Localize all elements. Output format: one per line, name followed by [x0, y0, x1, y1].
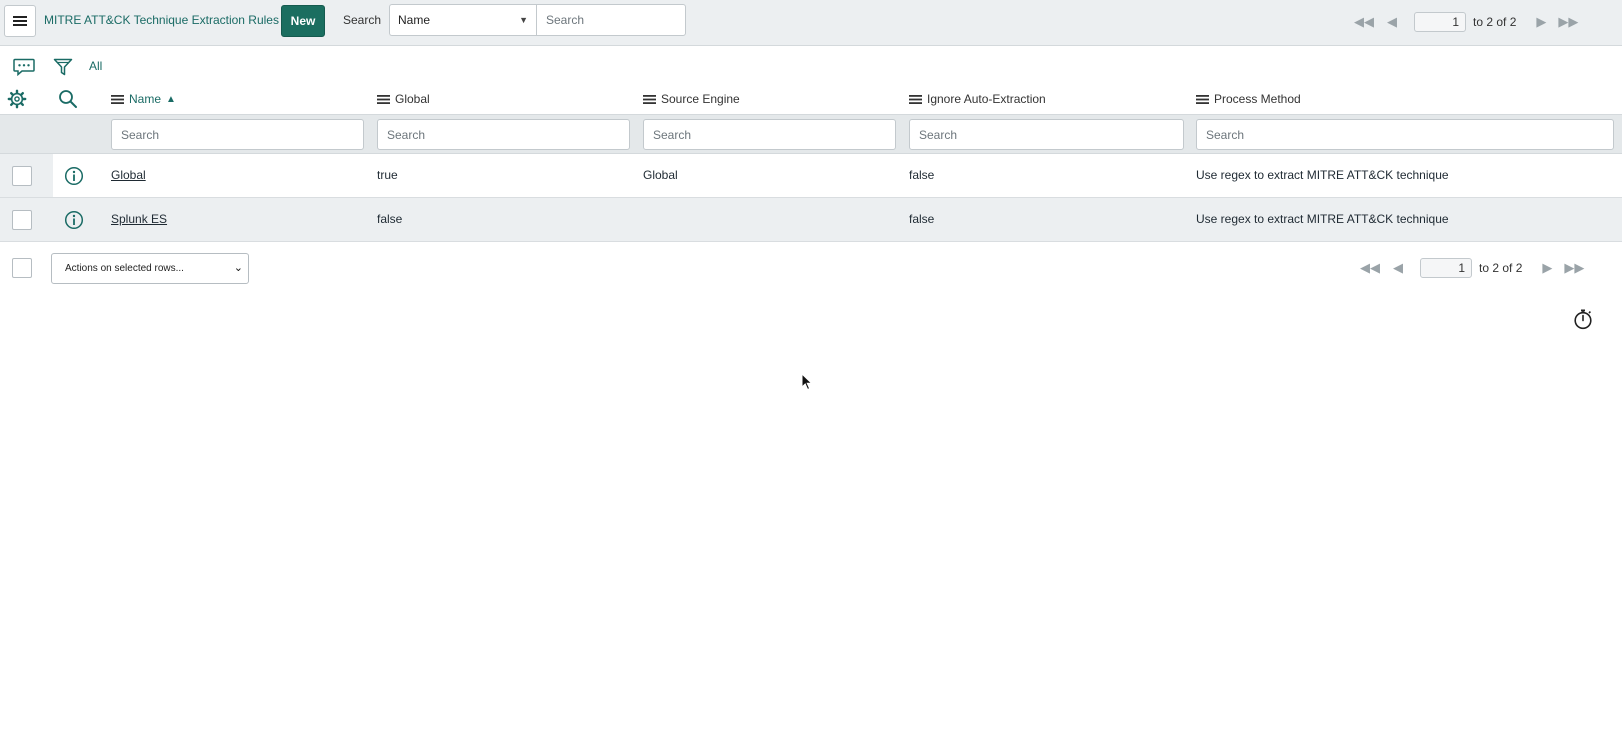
filter-funnel-icon [53, 58, 73, 76]
context-menu-button[interactable] [4, 5, 36, 37]
filter-button[interactable] [52, 56, 74, 78]
actions-on-selected-rows-select[interactable]: Actions on selected rows... ⌄ [51, 253, 249, 284]
process-method-cell: Use regex to extract MITRE ATT&CK techni… [1196, 168, 1449, 182]
previous-page-icon[interactable]: ◀ [1393, 260, 1403, 276]
column-label: Name [129, 92, 162, 106]
last-page-icon[interactable]: ▶▶ [1558, 14, 1578, 30]
column-header-ignore-auto-extraction[interactable]: Ignore Auto-Extraction [909, 90, 1046, 108]
page-number-input[interactable] [1420, 258, 1472, 278]
column-label: Source Engine [661, 92, 740, 106]
sort-ascending-icon: ▲ [166, 93, 176, 105]
first-page-icon[interactable]: ◀◀ [1360, 260, 1380, 276]
column-header-source-engine[interactable]: Source Engine [643, 90, 740, 108]
name-link[interactable]: Splunk ES [111, 212, 167, 226]
column-menu-icon[interactable] [1196, 94, 1209, 105]
name-column-search-input[interactable] [111, 119, 364, 150]
column-label: Process Method [1214, 92, 1301, 106]
column-header-name[interactable]: Name ▲ [111, 90, 176, 108]
row-select-cell [0, 198, 53, 241]
column-label: Ignore Auto-Extraction [927, 92, 1046, 106]
global-column-search-input[interactable] [377, 119, 630, 150]
select-all-checkbox[interactable] [12, 258, 32, 278]
search-icon [59, 90, 77, 108]
next-page-icon[interactable]: ▶ [1542, 260, 1552, 276]
column-menu-icon[interactable] [909, 94, 922, 105]
list-header: MITRE ATT&CK Technique Extraction Rules … [0, 0, 1622, 46]
search-input[interactable] [536, 4, 686, 36]
hamburger-menu-icon [13, 16, 27, 26]
column-menu-icon[interactable] [643, 94, 656, 105]
global-cell: true [377, 168, 398, 182]
breadcrumb-all[interactable]: All [89, 59, 102, 73]
preview-record-button[interactable] [64, 210, 84, 230]
new-button[interactable]: New [281, 5, 325, 37]
activity-stream-button[interactable] [12, 57, 36, 77]
ignore-auto-extraction-cell: false [909, 168, 935, 182]
search-field-select[interactable]: Name ▼ [389, 4, 536, 36]
gear-icon [7, 89, 27, 109]
search-field-value: Name [398, 13, 431, 27]
caret-down-icon: ▼ [519, 15, 528, 25]
row-checkbox[interactable] [12, 210, 32, 230]
mouse-cursor-icon [801, 373, 813, 391]
global-cell: false [377, 212, 403, 226]
toggle-search-button[interactable] [57, 88, 79, 110]
source-engine-column-search-input[interactable] [643, 119, 896, 150]
chevron-down-icon: ⌄ [233, 262, 243, 274]
column-header-global[interactable]: Global [377, 90, 430, 108]
info-icon [64, 210, 84, 230]
column-header-process-method[interactable]: Process Method [1196, 90, 1301, 108]
pager-top: ◀◀ ◀ to 2 of 2 ▶ ▶▶ [1354, 12, 1578, 32]
process-method-column-search-input[interactable] [1196, 119, 1614, 150]
ignore-auto-extraction-column-search-input[interactable] [909, 119, 1184, 150]
column-menu-icon[interactable] [377, 94, 390, 105]
table-row: Splunk ES false false Use regex to extra… [0, 198, 1622, 242]
row-select-cell [0, 154, 53, 197]
actions-select-value: Actions on selected rows... [65, 263, 184, 274]
info-icon [64, 166, 84, 186]
first-page-icon[interactable]: ◀◀ [1354, 14, 1374, 30]
column-menu-icon[interactable] [111, 94, 124, 105]
search-label: Search [343, 13, 382, 27]
page-range-text: to 2 of 2 [1473, 15, 1517, 29]
previous-page-icon[interactable]: ◀ [1387, 14, 1397, 30]
column-label: Global [395, 92, 430, 106]
pager-bottom: ◀◀ ◀ to 2 of 2 ▶ ▶▶ [1360, 258, 1584, 278]
response-time-button[interactable] [1572, 307, 1594, 331]
source-engine-cell: Global [643, 168, 678, 182]
list-title[interactable]: MITRE ATT&CK Technique Extraction Rules [44, 13, 279, 27]
chat-bubble-icon [13, 58, 35, 76]
name-link[interactable]: Global [111, 168, 146, 182]
last-page-icon[interactable]: ▶▶ [1564, 260, 1584, 276]
ignore-auto-extraction-cell: false [909, 212, 935, 226]
table-row: Global true Global false Use regex to ex… [0, 154, 1622, 198]
next-page-icon[interactable]: ▶ [1536, 14, 1546, 30]
process-method-cell: Use regex to extract MITRE ATT&CK techni… [1196, 212, 1449, 226]
stopwatch-icon [1574, 309, 1592, 330]
personalize-list-button[interactable] [6, 88, 28, 110]
page-range-text: to 2 of 2 [1479, 261, 1523, 275]
page-number-input[interactable] [1414, 12, 1466, 32]
column-search-row [0, 114, 1622, 154]
preview-record-button[interactable] [64, 166, 84, 186]
row-checkbox[interactable] [12, 166, 32, 186]
